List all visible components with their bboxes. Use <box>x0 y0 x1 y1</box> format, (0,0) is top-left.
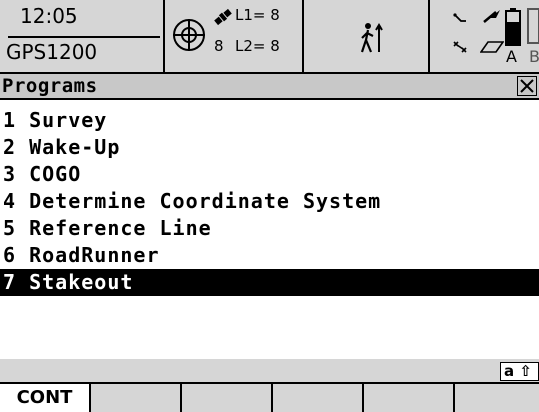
f3-button[interactable] <box>182 384 271 412</box>
list-item-selected[interactable]: 7 Stakeout <box>0 269 539 296</box>
f5-button[interactable] <box>364 384 453 412</box>
status-separator <box>428 0 430 72</box>
status-separator <box>163 0 165 72</box>
status-bar: 12:05 GPS1200 8 L1= 8 L2= 8 A B <box>0 0 539 72</box>
status-separator <box>302 0 304 72</box>
function-key-bar: CONT <box>0 382 539 412</box>
list-item[interactable]: 1 Survey <box>0 107 539 134</box>
message-bar <box>0 359 539 382</box>
list-item[interactable]: 5 Reference Line <box>0 215 539 242</box>
l2-count: L2= 8 <box>235 37 280 55</box>
battery-icon <box>527 8 539 44</box>
status-time: 12:05 <box>20 4 78 28</box>
radio-icon <box>483 10 500 23</box>
memory-card-icon <box>480 41 504 53</box>
input-mode-indicator: a ⇧ <box>500 362 539 381</box>
page-title: Programs <box>2 75 98 97</box>
f4-button[interactable] <box>273 384 362 412</box>
list-item[interactable]: 4 Determine Coordinate System <box>0 188 539 215</box>
f6-button[interactable] <box>455 384 539 412</box>
status-divider <box>8 36 160 38</box>
title-bar: Programs <box>0 72 539 100</box>
antenna-icon <box>453 13 466 22</box>
list-item[interactable]: 2 Wake-Up <box>0 134 539 161</box>
link-icon <box>453 41 467 53</box>
f2-button[interactable] <box>91 384 180 412</box>
device-name: GPS1200 <box>6 40 98 64</box>
list-item[interactable]: 3 COGO <box>0 161 539 188</box>
l1-count: L1= 8 <box>235 6 280 24</box>
satellite-count: 8 <box>214 37 224 55</box>
satellite-icon <box>214 8 232 26</box>
battery-b-label: B <box>529 47 539 66</box>
program-list: 1 Survey 2 Wake-Up 3 COGO 4 Determine Co… <box>0 107 539 296</box>
position-mode-icon <box>173 19 205 51</box>
close-button[interactable] <box>517 76 537 96</box>
battery-a-label: A <box>506 47 517 66</box>
battery-icon <box>505 8 521 46</box>
f1-cont-button[interactable]: CONT <box>0 384 89 412</box>
close-icon <box>520 79 534 93</box>
walker-icon <box>360 23 383 53</box>
list-item[interactable]: 6 RoadRunner <box>0 242 539 269</box>
